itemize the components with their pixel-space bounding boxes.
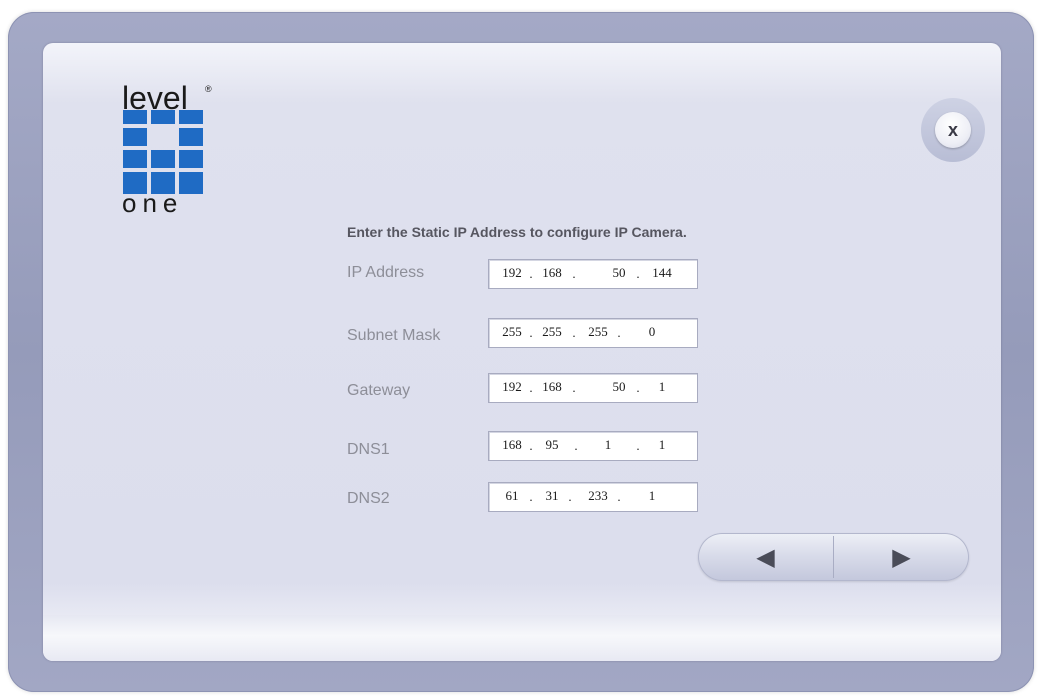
logo-block-grid [123, 110, 203, 194]
dns1-label: DNS1 [347, 441, 390, 458]
octet-separator: . [572, 325, 576, 340]
octet-separator: . [636, 266, 640, 281]
octet-separator: . [617, 325, 621, 340]
octet-4[interactable]: 0 [637, 324, 667, 340]
octet-3[interactable]: 50 [604, 265, 634, 281]
left-arrow-icon: ◀ [756, 543, 775, 571]
octet-separator: . [572, 266, 576, 281]
ip-address-label: IP Address [347, 264, 425, 281]
octet-separator: . [529, 380, 533, 395]
octet-separator: . [529, 438, 533, 453]
octet-1[interactable]: 192 [497, 379, 527, 395]
logo-bottom-text: one [122, 188, 184, 218]
instruction-text: Enter the Static IP Address to configure… [347, 224, 687, 240]
octet-2[interactable]: 31 [537, 488, 567, 504]
dns2-label: DNS2 [347, 490, 390, 507]
close-icon[interactable]: x [935, 112, 971, 148]
dns1-input[interactable]: 168 . 95 . 1 . 1 [488, 431, 698, 461]
octet-3[interactable]: 50 [604, 379, 634, 395]
back-button[interactable]: ◀ [698, 533, 833, 581]
octet-2[interactable]: 168 [537, 265, 567, 281]
octet-separator: . [574, 438, 578, 453]
ip-address-input[interactable]: 192 . 168 . 50 . 144 [488, 259, 698, 289]
logo-registered-mark: ® [205, 84, 212, 94]
octet-4[interactable]: 1 [647, 437, 677, 453]
octet-3[interactable]: 255 [583, 324, 613, 340]
dns2-input[interactable]: 61 . 31 . 233 . 1 [488, 482, 698, 512]
octet-2[interactable]: 255 [537, 324, 567, 340]
octet-2[interactable]: 168 [537, 379, 567, 395]
octet-separator: . [568, 489, 572, 504]
octet-4[interactable]: 1 [647, 379, 677, 395]
octet-separator: . [636, 380, 640, 395]
octet-separator: . [572, 380, 576, 395]
octet-4[interactable]: 144 [647, 265, 677, 281]
octet-2[interactable]: 95 [537, 437, 567, 453]
octet-separator: . [617, 489, 621, 504]
octet-separator: . [636, 438, 640, 453]
octet-3[interactable]: 1 [593, 437, 623, 453]
octet-1[interactable]: 168 [497, 437, 527, 453]
octet-4[interactable]: 1 [637, 488, 667, 504]
gateway-input[interactable]: 192 . 168 . 50 . 1 [488, 373, 698, 403]
close-button[interactable]: x [921, 98, 985, 162]
octet-separator: . [529, 489, 533, 504]
octet-separator: . [529, 266, 533, 281]
footer-band [43, 615, 1001, 661]
subnet-mask-input[interactable]: 255 . 255 . 255 . 0 [488, 318, 698, 348]
octet-3[interactable]: 233 [583, 488, 613, 504]
right-arrow-icon: ▶ [892, 543, 911, 571]
octet-1[interactable]: 192 [497, 265, 527, 281]
gateway-label: Gateway [347, 382, 411, 399]
subnet-mask-label: Subnet Mask [347, 327, 441, 344]
navigation-buttons: ◀ ▶ [698, 533, 969, 581]
octet-1[interactable]: 255 [497, 324, 527, 340]
octet-separator: . [529, 325, 533, 340]
next-button[interactable]: ▶ [834, 533, 969, 581]
octet-1[interactable]: 61 [497, 488, 527, 504]
